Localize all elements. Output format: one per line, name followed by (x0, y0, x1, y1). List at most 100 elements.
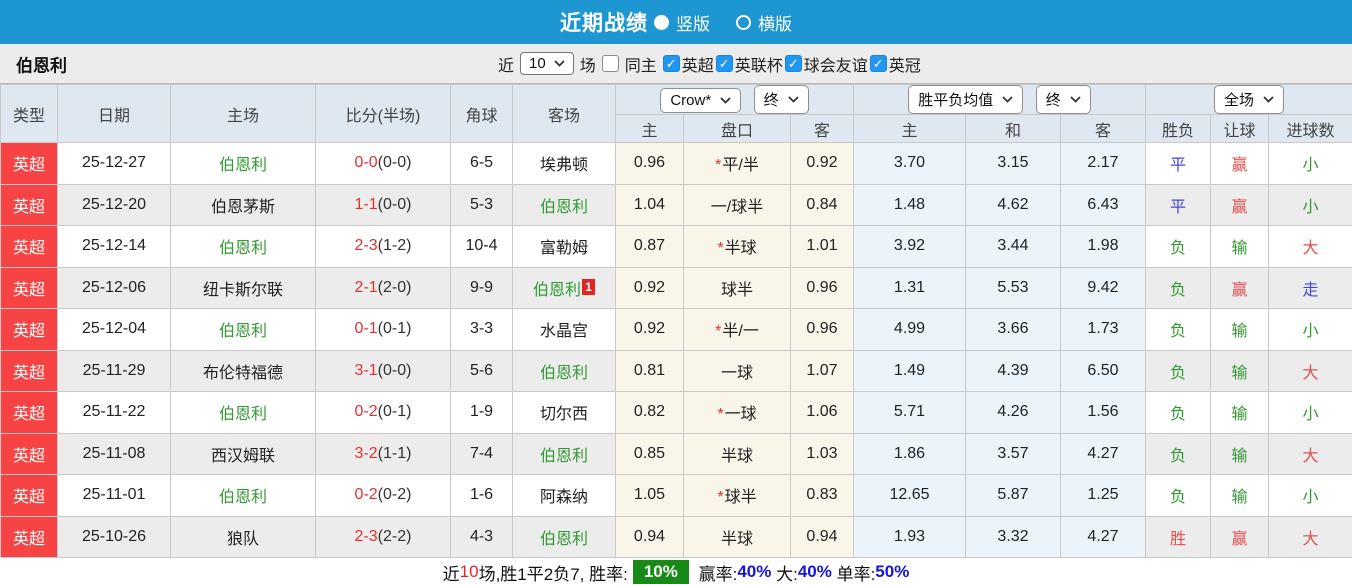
scope-select[interactable]: 全场 (1214, 85, 1285, 114)
layout-radio-horizontal-label[interactable]: 横版 (758, 10, 792, 35)
table-row: 英超 25-11-08 西汉姆联 3-2(1-1) 7-4 伯恩利 0.85 半球 1.03 1.… (0, 432, 1352, 475)
odds-home-cell: 0.85 (615, 432, 684, 475)
result-cell: 负 (1145, 391, 1211, 434)
league-cell: 英超 (0, 349, 58, 392)
layout-radio-vertical[interactable] (654, 14, 669, 30)
summary-segment-6: 大: (771, 564, 798, 584)
avg-time-select[interactable]: 终 (1035, 85, 1091, 114)
result-cell: 平 (1145, 142, 1211, 185)
avg-away-cell: 1.25 (1060, 474, 1146, 517)
handicap-star: * (715, 323, 722, 341)
odds-home-cell: 1.04 (615, 183, 684, 226)
away-team-name: 水晶宫 (539, 323, 588, 341)
avg-home-cell: 1.86 (853, 432, 966, 475)
league-checkbox-0[interactable]: ✓ (662, 55, 680, 72)
header-home: 主场 (170, 84, 316, 143)
home-team-cell: 伯恩利 (170, 308, 316, 351)
result-cell: 负 (1145, 308, 1211, 351)
handicap-result-cell: 赢 (1210, 183, 1269, 226)
odds-home-cell: 1.05 (615, 474, 684, 517)
handicap-result-cell: 赢 (1210, 266, 1269, 309)
away-team-name: 阿森纳 (539, 489, 588, 507)
table-row: 英超 25-10-26 狼队 2-3(2-2) 4-3 伯恩利 0.94 半球 0.94 1.93… (0, 515, 1352, 558)
league-cell: 英超 (0, 432, 58, 475)
odds-away-cell: 0.83 (790, 474, 854, 517)
league-cell: 英超 (0, 225, 58, 268)
away-team-cell: 切尔西 (512, 391, 616, 434)
home-team-cell: 伯恩利 (170, 391, 316, 434)
goals-result-cell: 小 (1267, 391, 1352, 434)
handicap-cell: *平/半 (683, 142, 791, 185)
home-team-cell: 狼队 (170, 515, 316, 558)
away-team-name: 伯恩利 (539, 530, 588, 548)
same-home-checkbox[interactable] (601, 55, 619, 72)
league-checkbox-label-1: 英联杯 (734, 57, 783, 75)
odds-company-select[interactable]: Crow* (660, 88, 742, 113)
avg-draw-cell: 4.62 (965, 183, 1061, 226)
avg-home-cell: 5.71 (853, 391, 966, 434)
handicap-star: * (715, 157, 722, 175)
league-checkbox-2[interactable]: ✓ (784, 55, 802, 72)
goals-result-cell: 小 (1267, 308, 1352, 351)
halftime-score: (0-1) (377, 320, 412, 338)
home-team-cell: 西汉姆联 (170, 432, 316, 475)
avg-home-cell: 1.93 (853, 515, 966, 558)
handicap-cell: 半球 (683, 515, 791, 558)
summary-segment-7: 40% (797, 562, 832, 581)
goals-result-cell: 小 (1267, 474, 1352, 517)
layout-radio-horizontal[interactable] (736, 14, 751, 30)
home-team-name: 伯恩利 (218, 157, 267, 175)
home-team-cell: 伯恩茅斯 (170, 183, 316, 226)
away-team-name: 伯恩利 (539, 198, 588, 216)
result-cell: 负 (1145, 266, 1211, 309)
score-cell: 3-1(0-0) (315, 349, 451, 392)
summary-bar: 近 10 场,胜1平2负7, 胜率: 10% 赢率: 40% 大: 40% 单率: 50% (0, 558, 1352, 585)
avg-draw-cell: 3.15 (965, 142, 1061, 185)
date-cell: 25-12-27 (57, 142, 171, 185)
corners-cell: 5-6 (450, 349, 513, 392)
score-cell: 2-3(2-2) (315, 515, 451, 558)
halftime-score: (2-2) (377, 527, 412, 545)
avg-home-cell: 1.31 (853, 266, 966, 309)
handicap-result-cell: 赢 (1210, 515, 1269, 558)
avg-home-cell: 12.65 (853, 474, 966, 517)
avg-away-cell: 9.42 (1060, 266, 1146, 309)
chevron-down-icon (554, 60, 565, 67)
table-row: 英超 25-12-20 伯恩茅斯 1-1(0-0) 5-3 伯恩利 1.04 一/球半 0.84… (0, 183, 1352, 226)
home-team-name: 伯恩茅斯 (210, 198, 275, 216)
recent-count-select[interactable]: 10 (520, 52, 574, 75)
home-team-name: 伯恩利 (218, 323, 267, 341)
avg-type-select[interactable]: 胜平负均值 (908, 85, 1024, 114)
header-away: 客场 (512, 84, 616, 143)
subheader-avg-home: 主 (853, 114, 966, 143)
corners-cell: 3-3 (450, 308, 513, 351)
odds-time-select[interactable]: 终 (753, 85, 809, 114)
handicap-result-cell: 输 (1210, 308, 1269, 351)
goals-result-cell: 大 (1267, 349, 1352, 392)
layout-radio-vertical-label[interactable]: 竖版 (676, 10, 710, 35)
summary-segment-0: 近 (442, 564, 460, 584)
goals-result-cell: 大 (1267, 225, 1352, 268)
avg-draw-cell: 5.87 (965, 474, 1061, 517)
goals-result-cell: 大 (1267, 432, 1352, 475)
chevron-down-icon (1263, 96, 1274, 103)
home-team-name: 伯恩利 (218, 406, 267, 424)
league-checkbox-3[interactable]: ✓ (869, 55, 887, 72)
home-team-cell: 伯恩利 (170, 225, 316, 268)
halftime-score: (1-1) (377, 444, 412, 462)
header-type: 类型 (0, 84, 58, 143)
title-bar: 近期战绩 竖版 横版 (0, 0, 1352, 44)
avg-away-cell: 4.27 (1060, 515, 1146, 558)
same-home-label: 同主 (624, 57, 657, 75)
handicap-cell: 半球 (683, 432, 791, 475)
odds-away-cell: 1.07 (790, 349, 854, 392)
home-team-name: 伯恩利 (218, 489, 267, 507)
table-row: 英超 25-11-22 伯恩利 0-2(0-1) 1-9 切尔西 0.82 *一球 1.06 5.… (0, 391, 1352, 434)
date-cell: 25-11-01 (57, 474, 171, 517)
table-row: 英超 25-12-27 伯恩利 0-0(0-0) 6-5 埃弗顿 0.96 *平/半 0.92 3… (0, 142, 1352, 185)
league-checkbox-1[interactable]: ✓ (715, 55, 733, 72)
home-team-name: 布伦特福德 (202, 364, 283, 382)
fulltime-score: 0-0 (354, 154, 378, 172)
chevron-down-icon (720, 97, 731, 104)
away-team-cell: 阿森纳 (512, 474, 616, 517)
